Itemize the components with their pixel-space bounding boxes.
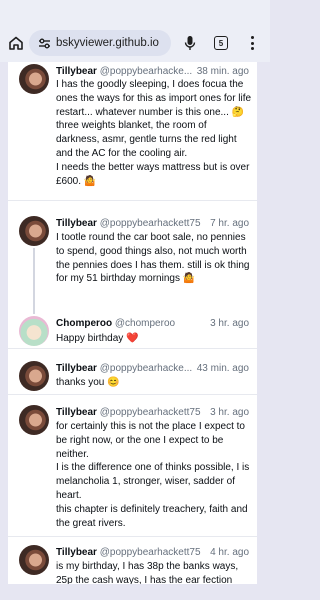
post-header: Tillybear @poppybearhackett75 4 hr. ago	[56, 546, 249, 560]
post[interactable]: Tillybear @poppybearhackett75 3 hr. ago …	[8, 403, 257, 531]
author-handle[interactable]: @poppybearhackett75	[100, 407, 201, 418]
post[interactable]: Tillybear @poppybearhacke... 38 min. ago…	[8, 62, 257, 236]
author-handle[interactable]: @poppybearhackett75	[100, 547, 201, 558]
thread-line	[33, 248, 35, 314]
post-time: 43 min. ago	[194, 362, 249, 376]
post-text: for certainly this is not the place I ex…	[56, 421, 250, 529]
post-header: Tillybear @poppybearhackett75 7 hr. ago	[56, 217, 249, 231]
post-text: thanks you 😊	[56, 377, 120, 388]
more-vert-icon[interactable]	[248, 34, 256, 52]
page-background	[0, 584, 270, 600]
mic-icon[interactable]	[182, 34, 198, 52]
post-text: Happy birthday ❤️	[56, 333, 139, 344]
browser-toolbar: bskyviewer.github.io 5	[0, 0, 270, 62]
author-name[interactable]: Tillybear	[56, 218, 97, 229]
post-text: I has the goodly sleeping, I does focua …	[56, 79, 252, 187]
author-name[interactable]: Tillybear	[56, 407, 97, 418]
post-feed[interactable]: Tillybear @poppybearhacke... 38 min. ago…	[8, 62, 257, 584]
url-text: bskyviewer.github.io	[56, 37, 159, 49]
post-time: 3 hr. ago	[208, 317, 249, 331]
avatar[interactable]	[19, 361, 49, 391]
avatar[interactable]	[19, 316, 49, 346]
avatar[interactable]	[19, 216, 49, 246]
post-text: is my birthday, I has 38p the banks ways…	[56, 561, 239, 584]
post[interactable]: Tillybear @poppybearhackett75 4 hr. ago …	[8, 543, 257, 584]
address-bar[interactable]: bskyviewer.github.io	[29, 30, 171, 56]
avatar[interactable]	[19, 405, 49, 435]
post-header: Tillybear @poppybearhacke... 43 min. ago	[56, 362, 249, 376]
author-handle[interactable]: @poppybearhackett75	[100, 218, 201, 229]
author-handle[interactable]: @poppybearhacke...	[100, 66, 192, 77]
post-time: 7 hr. ago	[208, 217, 249, 231]
divider	[8, 200, 257, 201]
post-text: I tootle round the car boot sale, no pen…	[56, 232, 250, 285]
author-name[interactable]: Tillybear	[56, 66, 97, 77]
avatar[interactable]	[19, 545, 49, 575]
post-time: 4 hr. ago	[208, 546, 249, 560]
author-name[interactable]: Chomperoo	[56, 318, 112, 329]
author-name[interactable]: Tillybear	[56, 547, 97, 558]
divider	[8, 348, 257, 349]
author-handle[interactable]: @poppybearhacke...	[100, 363, 192, 374]
post-header: Tillybear @poppybearhacke... 38 min. ago	[56, 65, 249, 79]
divider	[8, 394, 257, 395]
post-header: Chomperoo @chomperoo 3 hr. ago	[56, 317, 249, 331]
post-time: 38 min. ago	[194, 65, 249, 79]
post[interactable]: Tillybear @poppybearhackett75 7 hr. ago …	[8, 214, 257, 310]
post-time: 3 hr. ago	[208, 406, 249, 420]
tab-switcher-button[interactable]: 5	[214, 36, 228, 50]
divider	[8, 536, 257, 537]
home-icon[interactable]	[7, 34, 25, 52]
tune-icon[interactable]	[37, 36, 51, 50]
avatar[interactable]	[19, 64, 49, 94]
post-header: Tillybear @poppybearhackett75 3 hr. ago	[56, 406, 249, 420]
author-name[interactable]: Tillybear	[56, 363, 97, 374]
post[interactable]: Tillybear @poppybearhacke... 43 min. ago…	[8, 359, 257, 399]
author-handle[interactable]: @chomperoo	[115, 318, 175, 329]
